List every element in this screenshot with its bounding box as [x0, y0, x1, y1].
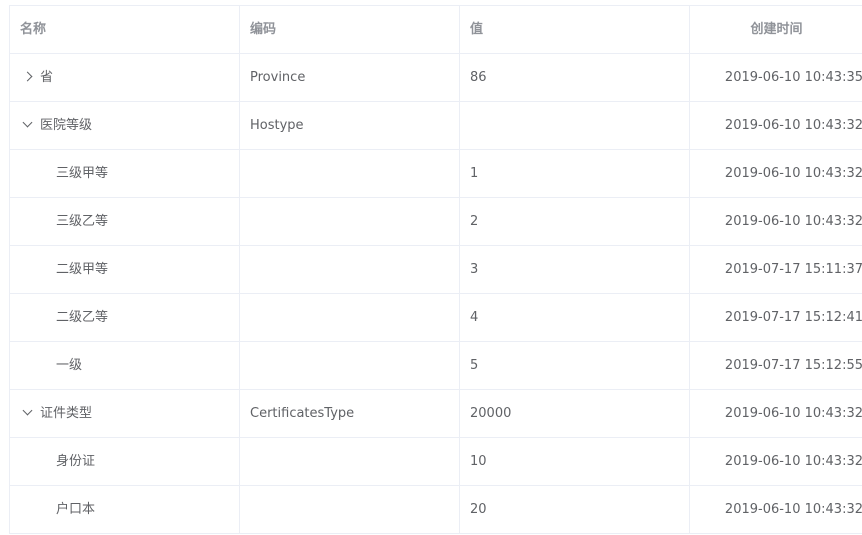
- column-header-code[interactable]: 编码: [240, 6, 460, 53]
- name-cell: 一级: [10, 342, 240, 389]
- table-row[interactable]: 一级 5 2019-07-17 15:12:55: [10, 342, 862, 390]
- created-cell: 2019-07-17 15:12:55: [724, 358, 862, 373]
- name-text: 省: [40, 70, 54, 85]
- table-row[interactable]: 省 Province 86 2019-06-10 10:43:35: [10, 54, 862, 102]
- column-header-created[interactable]: 创建时间: [690, 6, 862, 53]
- column-header-name[interactable]: 名称: [10, 6, 240, 53]
- name-text: 医院等级: [40, 118, 93, 133]
- created-cell: 2019-06-10 10:43:32: [724, 454, 862, 469]
- name-cell: 三级乙等: [10, 198, 240, 245]
- value-cell: 20: [460, 486, 690, 533]
- chevron-down-icon[interactable]: [20, 390, 40, 437]
- name-text: 证件类型: [40, 406, 93, 421]
- value-cell: 10: [460, 438, 690, 485]
- chevron-down-icon[interactable]: [20, 102, 40, 149]
- value-cell: [460, 102, 690, 149]
- created-cell: 2019-06-10 10:43:32: [724, 166, 862, 181]
- value-cell: 2: [460, 198, 690, 245]
- dictionary-tree-table: 名称 编码 值 创建时间 省 Province 86 2019-06-10 10…: [9, 5, 862, 534]
- table-row[interactable]: 医院等级 Hostype 2019-06-10 10:43:32: [10, 102, 862, 150]
- name-cell: 医院等级: [10, 102, 240, 149]
- table-header: 名称 编码 值 创建时间: [10, 6, 862, 54]
- value-cell: 86: [460, 54, 690, 101]
- name-cell: 省: [10, 54, 240, 101]
- table-row[interactable]: 身份证 10 2019-06-10 10:43:32: [10, 438, 862, 486]
- table-row[interactable]: 三级乙等 2 2019-06-10 10:43:32: [10, 198, 862, 246]
- name-cell: 身份证: [10, 438, 240, 485]
- code-cell: [240, 150, 460, 197]
- created-cell: 2019-06-10 10:43:32: [724, 502, 862, 517]
- table-row[interactable]: 三级甲等 1 2019-06-10 10:43:32: [10, 150, 862, 198]
- created-cell: 2019-06-10 10:43:32: [724, 406, 862, 421]
- code-cell: Hostype: [240, 102, 460, 149]
- code-cell: Province: [240, 54, 460, 101]
- code-cell: [240, 486, 460, 533]
- name-cell: 二级甲等: [10, 246, 240, 293]
- value-cell: 1: [460, 150, 690, 197]
- code-cell: [240, 342, 460, 389]
- table-row[interactable]: 户口本 20 2019-06-10 10:43:32: [10, 486, 862, 534]
- value-cell: 5: [460, 342, 690, 389]
- column-header-value[interactable]: 值: [460, 6, 690, 53]
- value-cell: 20000: [460, 390, 690, 437]
- chevron-right-icon[interactable]: [20, 54, 40, 101]
- created-cell: 2019-06-10 10:43:32: [724, 118, 862, 133]
- created-cell: 2019-07-17 15:11:37: [724, 262, 862, 277]
- code-cell: CertificatesType: [240, 390, 460, 437]
- created-cell: 2019-07-17 15:12:41: [724, 310, 862, 325]
- code-cell: [240, 438, 460, 485]
- name-cell: 证件类型: [10, 390, 240, 437]
- code-cell: [240, 198, 460, 245]
- name-cell: 二级乙等: [10, 294, 240, 341]
- table-row[interactable]: 证件类型 CertificatesType 20000 2019-06-10 1…: [10, 390, 862, 438]
- code-cell: [240, 246, 460, 293]
- table-row[interactable]: 二级甲等 3 2019-07-17 15:11:37: [10, 246, 862, 294]
- value-cell: 3: [460, 246, 690, 293]
- name-cell: 户口本: [10, 486, 240, 533]
- created-cell: 2019-06-10 10:43:32: [724, 214, 862, 229]
- name-cell: 三级甲等: [10, 150, 240, 197]
- code-cell: [240, 294, 460, 341]
- value-cell: 4: [460, 294, 690, 341]
- table-row[interactable]: 二级乙等 4 2019-07-17 15:12:41: [10, 294, 862, 342]
- created-cell: 2019-06-10 10:43:35: [724, 70, 862, 85]
